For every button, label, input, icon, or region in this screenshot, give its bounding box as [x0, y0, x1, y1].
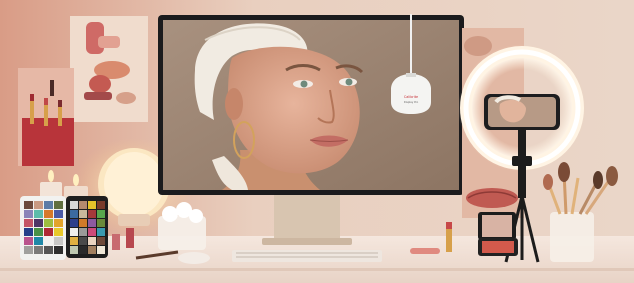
color-swatch	[34, 228, 43, 236]
color-swatch	[54, 210, 63, 218]
color-swatch	[79, 246, 87, 254]
color-swatch	[79, 228, 87, 236]
color-swatch	[24, 237, 33, 245]
color-swatch	[97, 210, 105, 218]
color-swatch	[44, 246, 53, 254]
colorimeter-model: Display Pro	[404, 100, 419, 104]
color-swatch	[34, 201, 43, 209]
color-swatch	[24, 246, 33, 254]
color-swatch	[88, 237, 96, 245]
color-swatch	[44, 219, 53, 227]
color-swatch	[88, 201, 96, 209]
color-swatch	[34, 210, 43, 218]
color-swatch	[79, 219, 87, 227]
color-swatch	[54, 201, 63, 209]
color-swatch	[97, 219, 105, 227]
moodboard-paper	[70, 16, 148, 122]
color-swatch	[79, 210, 87, 218]
color-swatch	[34, 237, 43, 245]
scene-illustration: Calibrite Display Pro	[0, 0, 634, 283]
keyboard	[232, 250, 382, 262]
color-swatch	[79, 237, 87, 245]
color-swatch	[70, 219, 78, 227]
lipstick-frame	[18, 68, 74, 166]
color-swatch	[88, 228, 96, 236]
color-swatch	[34, 219, 43, 227]
color-swatch	[97, 201, 105, 209]
desk-edge	[0, 268, 634, 271]
color-swatch	[97, 237, 105, 245]
color-checker-right	[66, 196, 108, 258]
color-swatch	[88, 246, 96, 254]
color-swatch	[97, 228, 105, 236]
color-swatch	[54, 246, 63, 254]
color-swatch	[70, 201, 78, 209]
colorimeter-brand: Calibrite	[404, 95, 418, 99]
color-swatch	[44, 210, 53, 218]
color-swatch	[70, 210, 78, 218]
color-swatch	[44, 201, 53, 209]
color-swatch	[44, 237, 53, 245]
color-swatch	[88, 219, 96, 227]
color-swatch	[70, 237, 78, 245]
color-swatch	[79, 201, 87, 209]
color-swatch	[24, 219, 33, 227]
scene: Calibrite Display Pro	[0, 0, 634, 283]
color-swatch	[97, 246, 105, 254]
color-swatch	[24, 201, 33, 209]
color-swatch	[88, 210, 96, 218]
color-swatch	[70, 246, 78, 254]
color-swatch	[24, 228, 33, 236]
color-swatch	[54, 228, 63, 236]
monitor-stand	[262, 192, 352, 245]
color-checker-left	[20, 196, 66, 260]
color-swatch	[54, 219, 63, 227]
color-swatch	[34, 246, 43, 254]
color-swatch	[54, 237, 63, 245]
color-swatch	[70, 228, 78, 236]
color-swatch	[44, 228, 53, 236]
makeup-palette	[478, 212, 518, 256]
color-swatch	[24, 210, 33, 218]
mouse	[178, 252, 210, 264]
